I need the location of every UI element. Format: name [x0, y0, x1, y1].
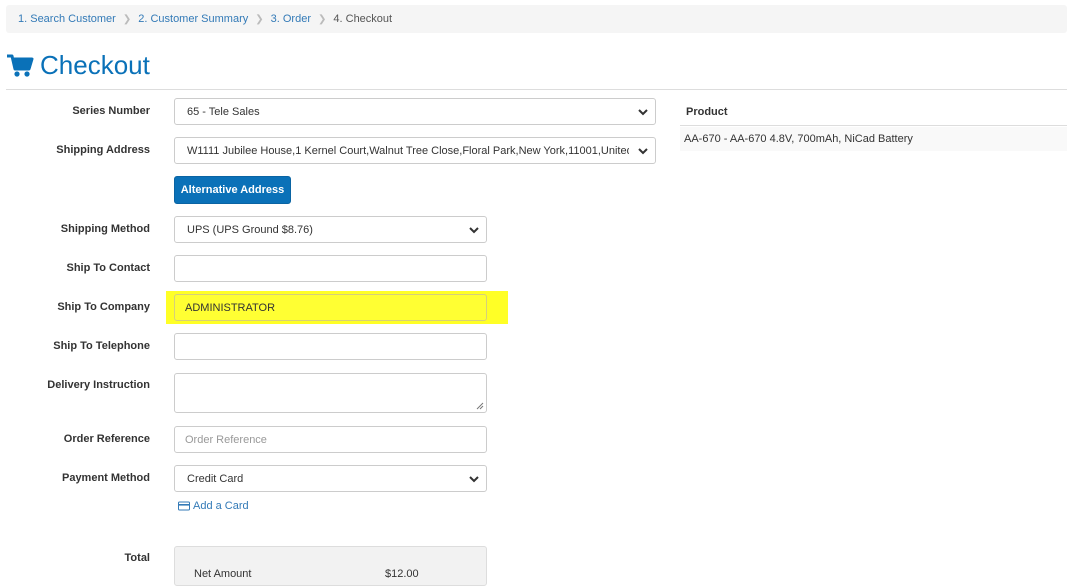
ship-to-contact-label: Ship To Contact — [66, 262, 150, 274]
table-row: AA-670 - AA-670 4.8V, 700mAh, NiCad Batt… — [680, 127, 1067, 151]
ship-to-telephone-label: Ship To Telephone — [53, 340, 150, 352]
breadcrumb-checkout: 4. Checkout — [333, 13, 393, 25]
chevron-right-icon: ❯ — [122, 13, 132, 25]
series-number-label: Series Number — [72, 105, 150, 117]
total-label: Total — [124, 552, 150, 564]
chevron-down-icon — [638, 109, 648, 116]
shipping-method-select[interactable]: UPS (UPS Ground $8.76) — [174, 216, 487, 243]
shopping-cart-icon — [7, 54, 34, 77]
shipping-address-label: Shipping Address — [56, 144, 150, 156]
total-summary-box: Net Amount $12.00 — [174, 546, 487, 586]
order-reference-input[interactable]: Order Reference — [174, 426, 487, 453]
chevron-down-icon — [638, 148, 648, 155]
net-amount-value: $12.00 — [385, 568, 419, 580]
chevron-right-icon: ❯ — [318, 13, 327, 25]
product-column-header: Product — [680, 98, 1067, 126]
shipping-address-select[interactable]: W1111 Jubilee House,1 Kernel Court,Walnu… — [174, 137, 656, 164]
breadcrumb-order[interactable]: 3. Order — [271, 13, 311, 25]
add-card-label: Add a Card — [193, 500, 249, 512]
net-amount-label: Net Amount — [194, 568, 252, 580]
credit-card-icon — [178, 501, 190, 511]
alternative-address-button[interactable]: Alternative Address — [174, 176, 291, 204]
breadcrumb-search-customer[interactable]: 1. Search Customer — [18, 13, 116, 25]
chevron-right-icon: ❯ — [255, 13, 264, 25]
series-number-select[interactable]: 65 - Tele Sales — [174, 98, 656, 125]
payment-method-select[interactable]: Credit Card — [174, 465, 487, 492]
resize-grip-icon[interactable] — [475, 401, 484, 410]
page-title: Checkout — [6, 50, 150, 81]
ship-to-telephone-input[interactable] — [174, 333, 487, 360]
ship-to-company-label: Ship To Company — [57, 301, 150, 313]
add-card-link[interactable]: Add a Card — [178, 500, 249, 512]
ship-to-contact-input[interactable] — [174, 255, 487, 282]
order-reference-label: Order Reference — [63, 433, 150, 445]
delivery-instruction-textarea[interactable] — [174, 373, 487, 413]
title-divider — [6, 89, 1067, 90]
payment-method-label: Payment Method — [61, 472, 150, 484]
page-title-text: Checkout — [40, 50, 150, 80]
breadcrumb: 1. Search Customer ❯ 2. Customer Summary… — [6, 5, 1067, 33]
product-cell: AA-670 - AA-670 4.8V, 700mAh, NiCad Batt… — [684, 133, 913, 145]
chevron-down-icon — [469, 476, 479, 483]
chevron-down-icon — [469, 227, 479, 234]
delivery-instruction-label: Delivery Instruction — [47, 379, 150, 391]
ship-to-company-input[interactable]: ADMINISTRATOR — [174, 294, 487, 321]
breadcrumb-customer-summary[interactable]: 2. Customer Summary — [138, 13, 248, 25]
shipping-method-label: Shipping Method — [60, 223, 150, 235]
